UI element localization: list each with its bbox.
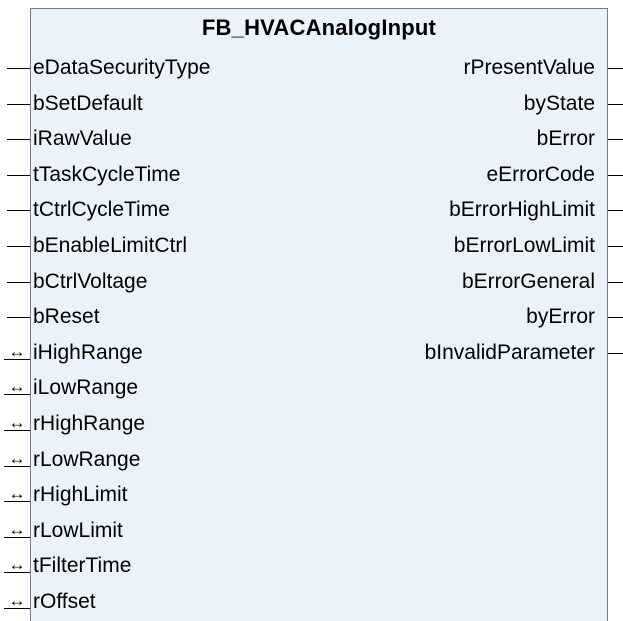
output-pin-label: byError <box>526 305 595 329</box>
input-pin-iRawValue: iRawValue <box>0 126 310 152</box>
input-pin-line <box>7 139 30 141</box>
output-pin-byError: byError <box>303 304 623 330</box>
output-pin-label: rPresentValue <box>463 56 595 79</box>
input-pin-rLowRange: ↔ rLowRange <box>0 447 310 473</box>
output-pin-line <box>608 317 623 319</box>
input-pin-iHighRange: ↔ iHighRange <box>0 340 310 366</box>
input-pin-label: rLowLimit <box>33 518 123 542</box>
input-pin-line <box>7 246 30 247</box>
output-pin-byState: byState <box>303 91 623 117</box>
input-pin-rOffset: ↔ rOffset <box>0 589 310 615</box>
output-pin-label: bErrorHighLimit <box>449 198 595 222</box>
input-pin-label: bSetDefault <box>33 91 143 115</box>
input-pin-line <box>7 103 30 105</box>
output-pin-bErrorHighLimit: bErrorHighLimit <box>303 197 623 223</box>
input-pin-label: tTaskCycleTime <box>33 162 181 186</box>
input-pin-tCtrlCycleTime: tCtrlCycleTime <box>0 197 310 223</box>
inout-arrow-icon: ↔ <box>4 553 30 574</box>
inout-arrow-icon: ↔ <box>4 375 30 396</box>
input-pin-label: iHighRange <box>33 340 143 364</box>
input-pin-label: rLowRange <box>33 447 141 471</box>
input-pin-label: tCtrlCycleTime <box>33 198 170 222</box>
output-pin-rPresentValue: rPresentValue <box>303 55 623 81</box>
output-pin-label: byState <box>523 91 595 115</box>
output-pin-line <box>608 174 623 176</box>
input-pin-label: rOffset <box>33 590 96 613</box>
inout-arrow-icon: ↔ <box>4 518 30 539</box>
output-pin-label: bError <box>536 127 595 151</box>
inout-arrow-icon: ↔ <box>4 482 30 503</box>
output-pin-eErrorCode: eErrorCode <box>303 162 623 188</box>
input-pin-iLowRange: ↔ iLowRange <box>0 375 310 401</box>
output-pin-label: eErrorCode <box>486 162 595 186</box>
output-pin-label: bErrorGeneral <box>461 269 595 293</box>
input-pin-rLowLimit: ↔ rLowLimit <box>0 518 310 544</box>
input-pin-label: bCtrlVoltage <box>33 269 148 293</box>
input-pin-bCtrlVoltage: bCtrlVoltage <box>0 269 310 295</box>
input-pin-label: iRawValue <box>33 127 132 151</box>
output-pin-bErrorLowLimit: bErrorLowLimit <box>303 233 623 259</box>
output-pin-line <box>608 210 623 212</box>
input-pin-bEnableLimitCtrl: bEnableLimitCtrl <box>0 233 310 259</box>
input-pin-tFilterTime: ↔ tFilterTime <box>0 553 310 579</box>
output-pin-line <box>608 246 623 247</box>
input-pin-label: bEnableLimitCtrl <box>33 234 188 257</box>
output-pin-bErrorGeneral: bErrorGeneral <box>303 269 623 295</box>
input-pin-line <box>7 317 30 319</box>
inout-arrow-icon: ↔ <box>4 589 30 610</box>
input-pin-bReset: bReset <box>0 304 310 330</box>
output-pin-line <box>608 281 623 283</box>
inout-arrow-icon: ↔ <box>4 340 30 361</box>
function-block-title: FB_HVACAnalogInput <box>201 15 437 40</box>
output-pin-label: bInvalidParameter <box>424 340 595 364</box>
output-pin-label: bErrorLowLimit <box>453 234 595 257</box>
input-pin-label: rHighRange <box>33 412 146 435</box>
input-pin-label: bReset <box>33 305 100 329</box>
output-pin-bError: bError <box>303 126 623 152</box>
input-pin-line <box>7 210 30 212</box>
input-pin-line <box>7 68 30 69</box>
input-pin-label: tFilterTime <box>33 554 132 578</box>
input-pin-bSetDefault: bSetDefault <box>0 91 310 117</box>
output-pin-bInvalidParameter: bInvalidParameter <box>303 340 623 366</box>
output-pin-line <box>608 352 623 354</box>
inout-arrow-icon: ↔ <box>4 411 30 432</box>
output-pin-line <box>608 68 623 69</box>
output-pin-line <box>608 139 623 141</box>
input-pin-label: eDataSecurityType <box>33 56 211 79</box>
output-pin-line <box>608 103 623 105</box>
input-pin-label: iLowRange <box>33 376 139 400</box>
inout-arrow-icon: ↔ <box>4 447 30 468</box>
input-pin-label: rHighLimit <box>33 483 128 507</box>
input-pin-tTaskCycleTime: tTaskCycleTime <box>0 162 310 188</box>
input-pin-line <box>7 174 30 176</box>
input-pin-rHighLimit: ↔ rHighLimit <box>0 482 310 508</box>
input-pin-rHighRange: ↔ rHighRange <box>0 411 310 437</box>
input-pin-line <box>7 281 30 283</box>
input-pin-eDataSecurityType: eDataSecurityType <box>0 55 310 81</box>
